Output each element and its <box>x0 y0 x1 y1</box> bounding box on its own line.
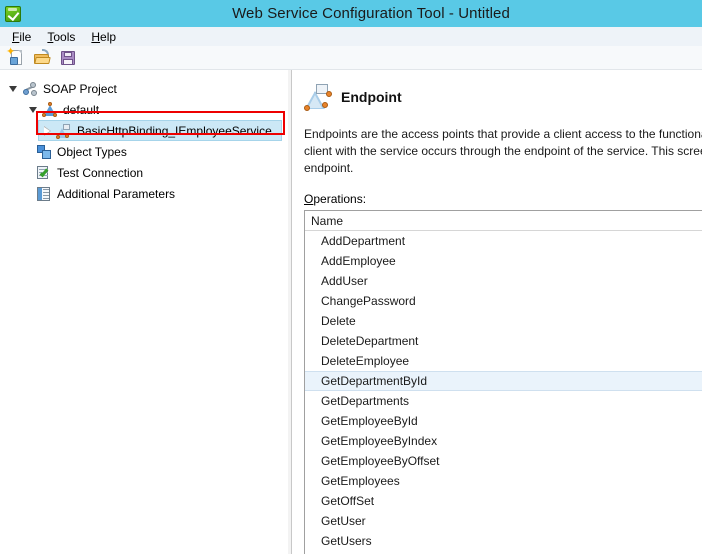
operation-row[interactable]: GetEmployeeByOffset <box>305 451 702 471</box>
menu-item-tools[interactable]: Tools <box>41 29 85 45</box>
operation-row[interactable]: AddUser <box>305 271 702 291</box>
save-icon-label <box>63 58 73 65</box>
open-icon[interactable] <box>32 48 52 68</box>
test-connection-icon <box>36 165 52 181</box>
tree-item-test-connection-label: Test Connection <box>57 165 144 180</box>
save-icon-shutter <box>64 51 72 57</box>
new-icon-star: ✦ <box>6 45 16 58</box>
tree-item-endpoint-label: BasicHttpBinding_IEmployeeService <box>77 123 272 138</box>
page-title: Endpoint <box>341 89 402 105</box>
endpoint-icon <box>304 83 332 111</box>
tree-item-soap-project[interactable]: SOAP Project <box>0 78 287 99</box>
operations-label: Operations: <box>304 192 702 206</box>
operation-row[interactable]: Delete <box>305 311 702 331</box>
menu-help-accesskey: H <box>91 29 101 44</box>
open-icon-front <box>34 56 51 64</box>
operation-row[interactable]: DeleteDepartment <box>305 331 702 351</box>
save-icon[interactable] <box>58 48 78 68</box>
operation-row[interactable]: GetEmployees <box>305 471 702 491</box>
project-tree[interactable]: SOAP Project default BasicHttpBinding_IE… <box>0 70 287 554</box>
chevron-down-icon[interactable] <box>26 99 40 120</box>
operations-rows: AddDepartment AddEmployee AddUser ChangePas… <box>305 231 702 551</box>
operation-row[interactable]: GetEmployeeByIndex <box>305 431 702 451</box>
soap-project-icon <box>22 81 38 97</box>
operation-row[interactable]: DeleteEmployee <box>305 351 702 371</box>
endpoint-pane: Endpoint Endpoints are the access points… <box>292 70 702 554</box>
tree-item-object-types-label: Object Types <box>57 144 127 159</box>
menu-bar: File Tools Help <box>0 27 702 46</box>
menu-help-rest: elp <box>100 29 117 44</box>
operation-row[interactable]: AddDepartment <box>305 231 702 251</box>
additional-parameters-icon <box>36 186 52 202</box>
menu-item-help[interactable]: Help <box>85 29 126 45</box>
chevron-right-icon[interactable] <box>40 120 54 141</box>
operation-row[interactable]: GetUser <box>305 511 702 531</box>
column-header-name[interactable]: Name <box>305 211 702 231</box>
new-icon[interactable]: ✦ <box>6 45 26 68</box>
tree-item-additional-parameters-label: Additional Parameters <box>57 186 176 201</box>
tree-item-test-connection[interactable]: Test Connection <box>0 162 287 183</box>
object-types-icon <box>36 144 52 160</box>
tree-item-soap-project-label: SOAP Project <box>43 81 117 96</box>
operations-list[interactable]: Name AddDepartment AddEmployee AddUser Chan… <box>304 210 702 554</box>
title-bar: Web Service Configuration Tool - Untitle… <box>0 0 702 27</box>
tree-item-additional-parameters[interactable]: Additional Parameters <box>0 183 287 204</box>
window-title: Web Service Configuration Tool - Untitle… <box>232 5 510 22</box>
pane-header: Endpoint <box>304 82 702 112</box>
tree-item-default[interactable]: default <box>0 99 287 120</box>
operations-label-rest: perations: <box>313 192 367 206</box>
operations-list-header: Name <box>305 211 702 231</box>
tree-item-object-types[interactable]: Object Types <box>0 141 287 162</box>
toolbar: ✦ <box>0 46 702 70</box>
menu-item-file[interactable]: File <box>6 29 41 45</box>
operations-label-accesskey: O <box>304 192 314 206</box>
tree-item-basichttpbinding-iemployeeservice[interactable]: BasicHttpBinding_IEmployeeService <box>0 120 287 141</box>
content-area: SOAP Project default BasicHttpBinding_IE… <box>0 70 702 554</box>
endpoint-icon <box>56 123 72 139</box>
operation-row[interactable]: AddEmployee <box>305 251 702 271</box>
endpoint-description: Endpoints are the access points that pro… <box>304 127 702 175</box>
menu-file-rest: ile <box>19 29 32 44</box>
operation-row[interactable]: GetDepartments <box>305 391 702 411</box>
operation-row[interactable]: ChangePassword <box>305 291 702 311</box>
operation-row[interactable]: GetEmployeeById <box>305 411 702 431</box>
operation-row[interactable]: GetUsers <box>305 531 702 551</box>
binding-icon <box>42 101 58 118</box>
operation-row[interactable]: GetDepartmentById <box>305 371 702 391</box>
menu-tools-rest: ools <box>53 29 76 44</box>
operation-row[interactable]: GetOffSet <box>305 491 702 511</box>
chevron-down-icon[interactable] <box>6 78 20 99</box>
tree-item-default-label: default <box>63 102 100 117</box>
new-icon-badge <box>10 56 18 65</box>
